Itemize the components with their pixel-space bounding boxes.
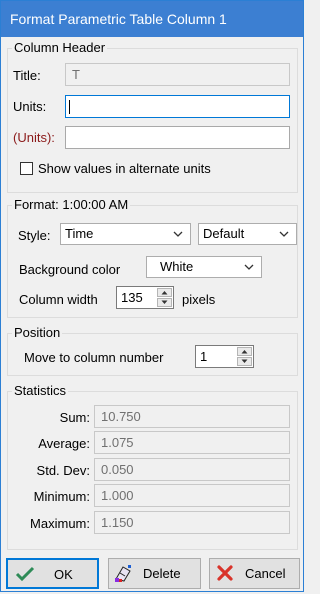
delete-label: Delete [143, 566, 181, 581]
style-value: Time [65, 226, 94, 241]
show-alt-units-label[interactable]: Show values in alternate units [38, 161, 211, 177]
style-label: Style: [18, 228, 51, 243]
average-field: 1.075 [94, 431, 290, 454]
spinner-arrows[interactable] [237, 347, 252, 366]
cancel-button[interactable]: Cancel [209, 558, 300, 589]
chevron-down-icon [173, 231, 183, 237]
ok-button[interactable]: OK [6, 558, 99, 589]
spinner-up-button[interactable] [157, 288, 172, 297]
chevron-down-icon [279, 231, 289, 237]
average-label: Average: [38, 436, 90, 451]
ok-label: OK [54, 567, 73, 582]
units-field[interactable] [65, 95, 290, 118]
spinner-down-button[interactable] [157, 298, 172, 307]
window-title: Format Parametric Table Column 1 [10, 11, 227, 27]
move-to-column-value: 1 [200, 349, 208, 364]
background-color-label: Background color [19, 262, 121, 277]
format-group: Format: 1:00:00 AM Style: Time Default B… [7, 197, 298, 318]
column-width-unit: pixels [182, 292, 216, 307]
spinner-down-button[interactable] [237, 357, 252, 366]
sum-label: Sum: [59, 410, 90, 425]
style-format-value: Default [203, 226, 245, 241]
minimum-label: Minimum: [33, 489, 90, 504]
checkmark-icon [15, 566, 35, 582]
minimum-field: 1.000 [94, 484, 290, 507]
chevron-down-icon [244, 264, 254, 270]
chevron-up-icon [161, 291, 168, 295]
title-field[interactable]: T [65, 63, 290, 86]
title-bar: Format Parametric Table Column 1 [1, 1, 303, 37]
chevron-up-icon [241, 350, 248, 354]
minimum-value: 1.000 [101, 488, 134, 503]
units-label: Units: [13, 99, 47, 114]
spinner-up-button[interactable] [237, 347, 252, 356]
background-color-select[interactable]: White [146, 256, 262, 278]
move-to-column-spinner[interactable]: 1 [195, 345, 254, 368]
std-dev-label: Std. Dev: [36, 463, 90, 478]
spinner-arrows[interactable] [157, 288, 172, 307]
eraser-icon [115, 565, 131, 582]
column-width-value: 135 [121, 290, 143, 305]
position-group: Position Move to column number 1 [7, 325, 298, 376]
maximum-label: Maximum: [30, 516, 90, 531]
title-value: T [72, 67, 80, 82]
chevron-down-icon [241, 359, 248, 363]
show-alt-units-checkbox[interactable] [20, 162, 33, 175]
sum-value: 10.750 [101, 409, 141, 424]
maximum-value: 1.150 [101, 515, 134, 530]
alt-units-label: (Units): [13, 130, 55, 145]
column-header-group: Column Header Title: T Units: (Units): S… [7, 40, 298, 193]
title-label: Title: [13, 68, 41, 83]
text-cursor [69, 100, 70, 114]
statistics-group: Statistics Sum: 10.750 Average: 1.075 St… [7, 383, 298, 550]
delete-button[interactable]: Delete [108, 558, 201, 589]
background-color-value: White [160, 259, 194, 274]
position-legend: Position [12, 325, 63, 341]
format-legend: Format: 1:00:00 AM [12, 197, 131, 213]
maximum-field: 1.150 [94, 511, 290, 534]
alt-units-field[interactable] [65, 126, 290, 149]
x-icon [217, 565, 233, 581]
style-select[interactable]: Time [60, 223, 191, 245]
statistics-legend: Statistics [12, 383, 69, 399]
style-format-select[interactable]: Default [198, 223, 297, 245]
move-to-column-label: Move to column number [24, 350, 164, 365]
format-column-dialog: Format Parametric Table Column 1 Column … [0, 0, 304, 592]
average-value: 1.075 [101, 435, 134, 450]
std-dev-value: 0.050 [101, 462, 134, 477]
column-width-spinner[interactable]: 135 [116, 286, 174, 309]
column-header-legend: Column Header [12, 40, 108, 56]
sum-field: 10.750 [94, 405, 290, 428]
std-dev-field: 0.050 [94, 458, 290, 481]
cancel-label: Cancel [245, 566, 286, 581]
chevron-down-icon [161, 300, 168, 304]
column-width-label: Column width [19, 292, 98, 307]
